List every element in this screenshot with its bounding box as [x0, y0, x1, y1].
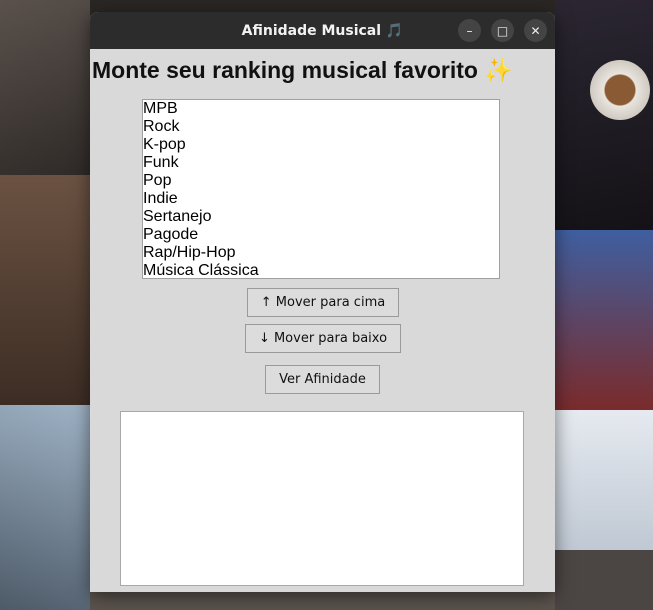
list-item[interactable]: Rock [143, 118, 499, 136]
minimize-button[interactable]: – [458, 19, 481, 42]
wallpaper-tile [555, 230, 653, 410]
maximize-button[interactable]: □ [491, 19, 514, 42]
result-text-area[interactable] [120, 411, 524, 586]
wallpaper-tile [0, 175, 90, 405]
show-affinity-button[interactable]: Ver Afinidade [265, 365, 380, 394]
coffee-cup-image [590, 60, 650, 120]
list-item[interactable]: Pagode [143, 226, 499, 244]
wallpaper-tile [90, 590, 555, 610]
genre-listbox[interactable]: MPB Rock K-pop Funk Pop Indie Sertanejo Pagode R… [142, 99, 500, 279]
window-title: Afinidade Musical 🎵 [241, 22, 404, 39]
title-bar[interactable]: Afinidade Musical 🎵 – □ ✕ [90, 12, 555, 49]
list-item[interactable]: Rap/Hip-Hop [143, 244, 499, 262]
list-item[interactable]: Indie [143, 190, 499, 208]
app-window: Afinidade Musical 🎵 – □ ✕ Monte seu rank… [90, 12, 555, 592]
list-item[interactable]: K-pop [143, 136, 499, 154]
list-item[interactable]: Funk [143, 154, 499, 172]
wallpaper-tile [555, 550, 653, 610]
list-item[interactable]: Música Clássica [143, 262, 499, 278]
close-button[interactable]: ✕ [524, 19, 547, 42]
list-item[interactable]: Sertanejo [143, 208, 499, 226]
list-item[interactable]: Pop [143, 172, 499, 190]
window-controls: – □ ✕ [458, 19, 547, 42]
wallpaper-tile [0, 405, 90, 610]
wallpaper-tile [0, 0, 90, 175]
move-down-button[interactable]: ↓ Mover para baixo [245, 324, 401, 353]
page-title: Monte seu ranking musical favorito ✨ [92, 57, 513, 83]
list-item[interactable]: MPB [143, 100, 499, 118]
wallpaper-tile [555, 410, 653, 550]
move-up-button[interactable]: ↑ Mover para cima [247, 288, 399, 317]
